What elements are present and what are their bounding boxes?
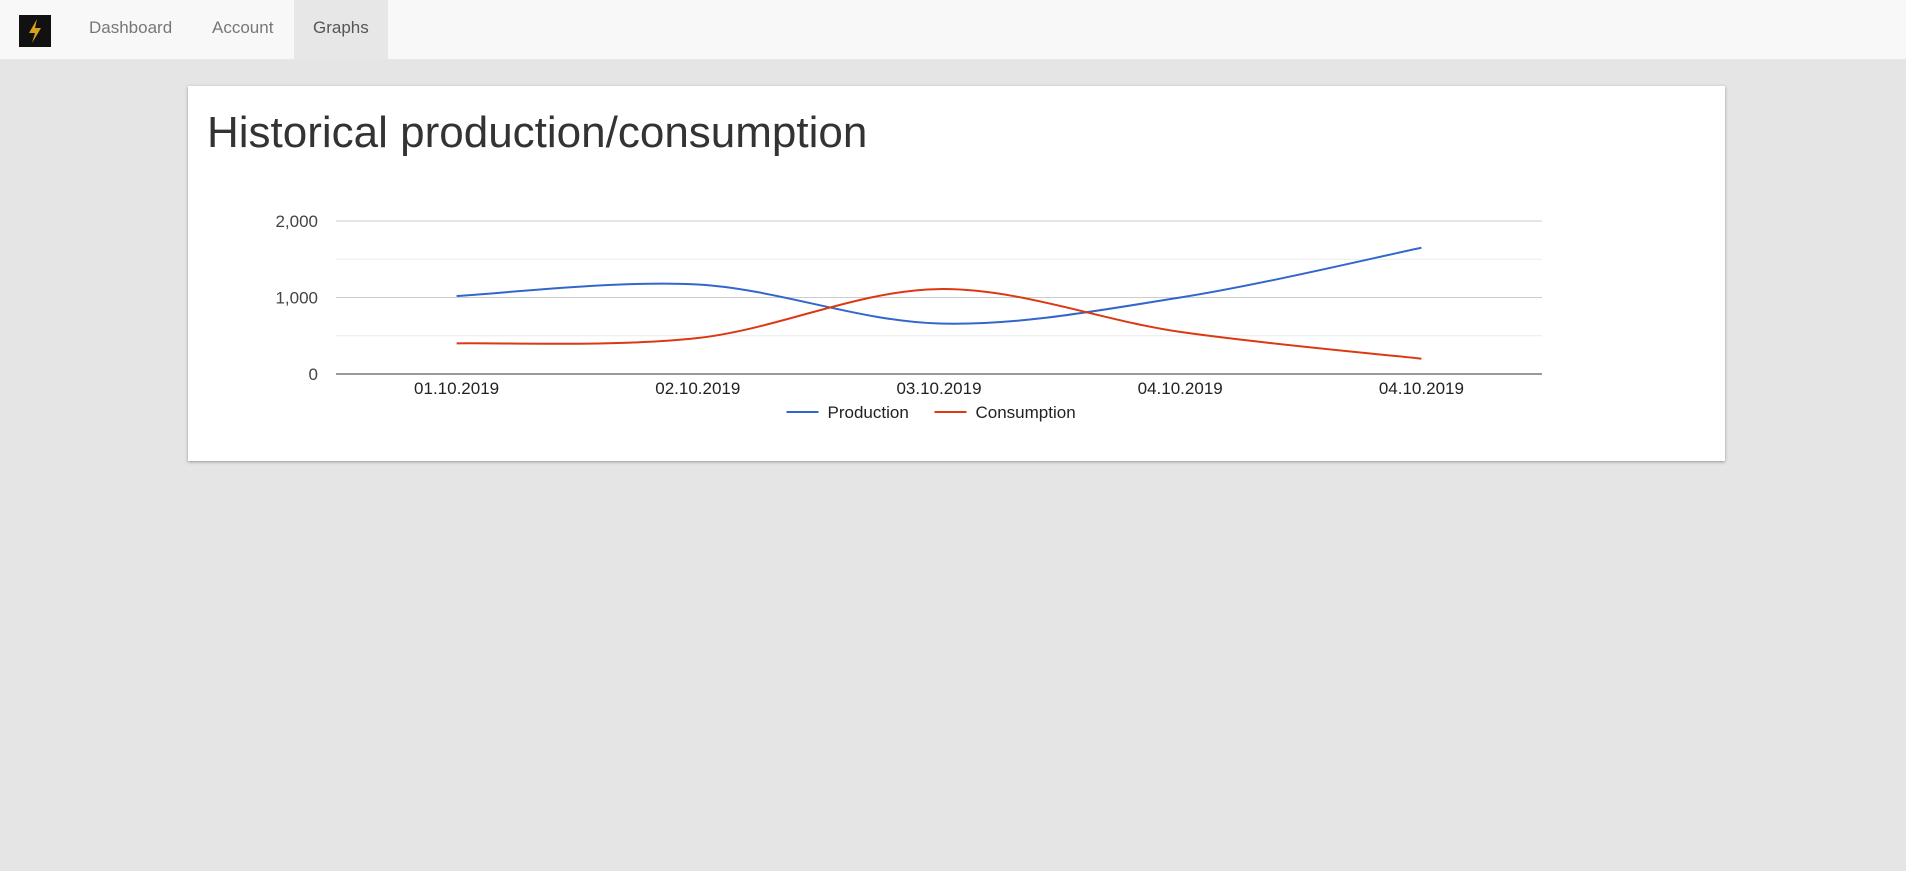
nav-dashboard[interactable]: Dashboard bbox=[70, 0, 191, 59]
graph-panel: Historical production/consumption 0 1,000… bbox=[188, 86, 1725, 461]
y-tick-label: 1,000 bbox=[275, 289, 318, 308]
y-tick-label: 2,000 bbox=[275, 212, 318, 231]
navbar: Dashboard Account Graphs bbox=[0, 0, 1906, 60]
x-tick-label: 04.10.2019 bbox=[1138, 379, 1223, 398]
x-tick-label: 01.10.2019 bbox=[414, 379, 499, 398]
x-tick-label: 02.10.2019 bbox=[655, 379, 740, 398]
brand-logo[interactable] bbox=[19, 15, 51, 47]
legend-label-production: Production bbox=[828, 403, 909, 422]
y-tick-label: 0 bbox=[309, 365, 318, 384]
nav-graphs[interactable]: Graphs bbox=[294, 0, 388, 59]
legend-label-consumption: Consumption bbox=[976, 403, 1076, 422]
nav-account[interactable]: Account bbox=[193, 0, 292, 59]
lightning-bolt-icon bbox=[29, 19, 41, 43]
x-tick-label: 03.10.2019 bbox=[896, 379, 981, 398]
x-tick-label: 04.10.2019 bbox=[1379, 379, 1464, 398]
line-chart: 0 1,000 2,000 01.10.2019 02.10.2019 03.10.201… bbox=[275, 212, 1542, 422]
